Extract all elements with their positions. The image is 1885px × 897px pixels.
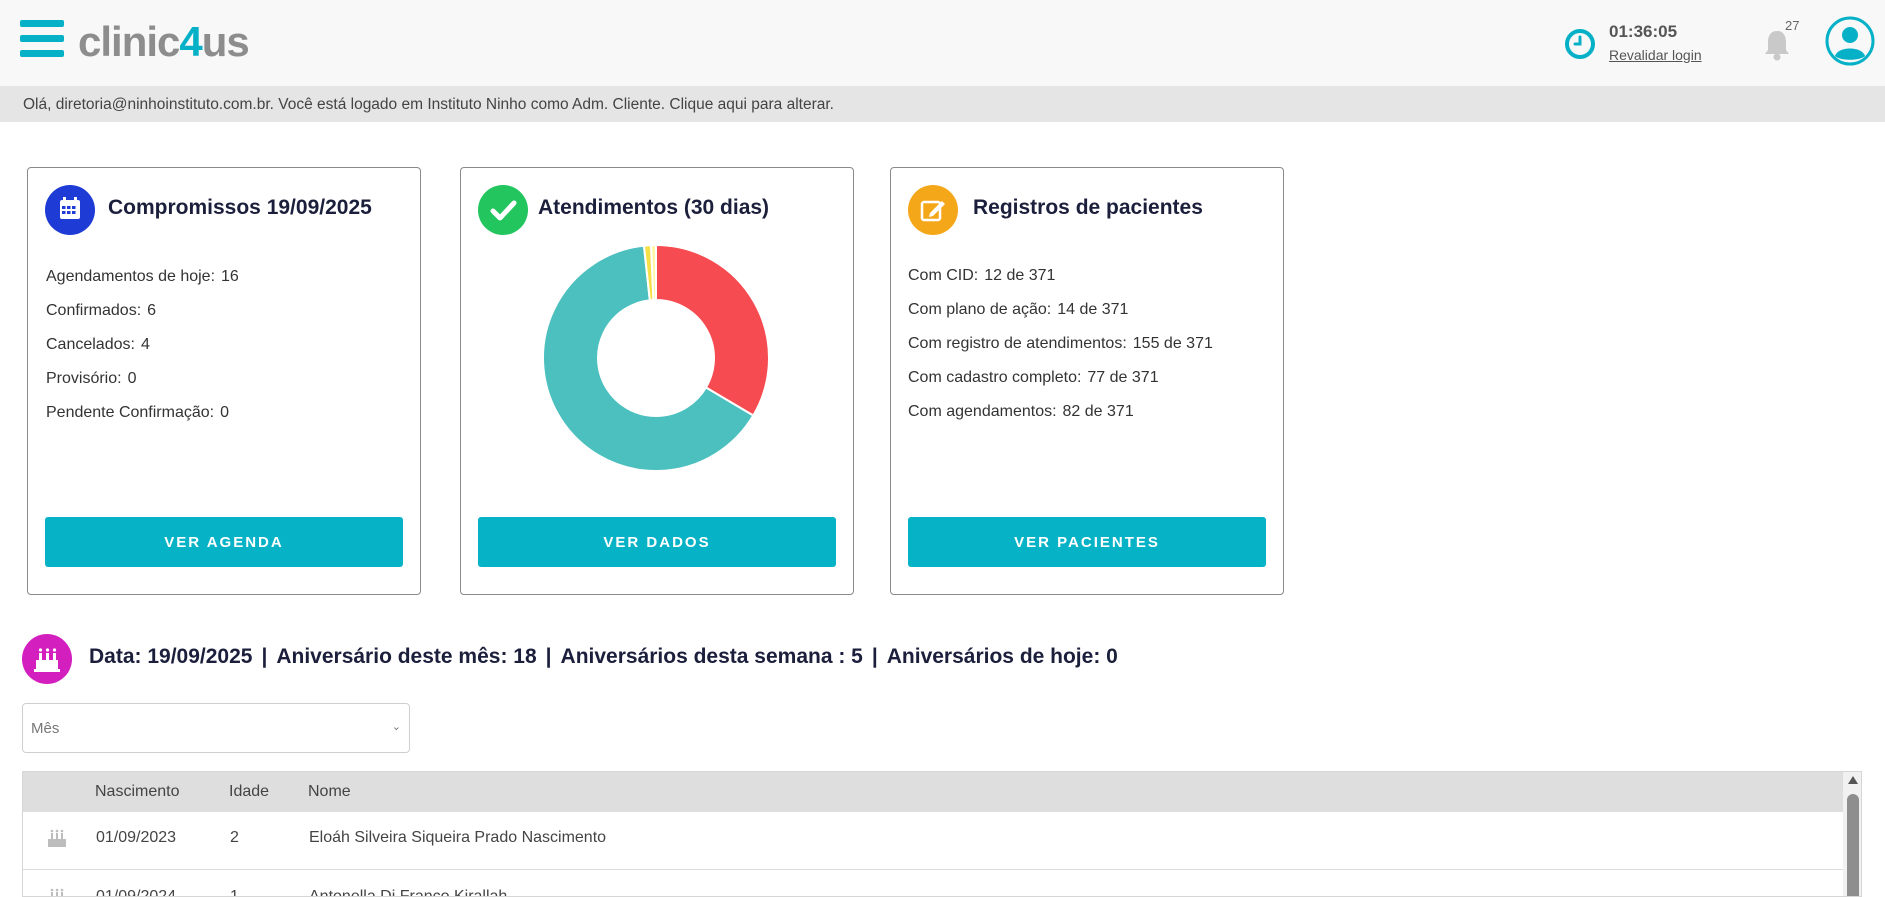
stat-row: Com CID: 12 de 371 xyxy=(908,267,1056,284)
patient-name: Eloáh Silveira Siqueira Prado Nascimento xyxy=(309,829,607,846)
check-icon xyxy=(478,185,528,235)
donut-slice[interactable] xyxy=(655,243,770,417)
records-stats: Com CID: 12 de 371 Com plano de ação: 14 d… xyxy=(908,267,1213,437)
stat-row: Com cadastro completo: 77 de 371 xyxy=(908,369,1159,386)
age: 1 xyxy=(230,888,239,897)
calendar-icon xyxy=(45,185,95,235)
appointments-stats: Agendamentos de hoje: 16 Confirmados: 6 Ca… xyxy=(46,268,239,438)
column-header-name[interactable]: Nome xyxy=(308,783,351,801)
scroll-thumb[interactable] xyxy=(1847,794,1859,896)
stat-row: Cancelados: 4 xyxy=(46,336,150,353)
column-header-birth[interactable]: Nascimento xyxy=(95,783,179,801)
birthday-table: Nascimento Idade Nome 01/09/2023 2 Eloáh… xyxy=(22,771,1862,897)
user-avatar-icon[interactable] xyxy=(1825,16,1875,66)
period-filter-select[interactable]: Mês ⌄ xyxy=(22,703,410,753)
scroll-up-icon[interactable] xyxy=(1848,776,1858,784)
birthday-summary: Data: 19/09/2025 | Aniversário deste mês: … xyxy=(89,645,1118,668)
view-agenda-button[interactable]: VER AGENDA xyxy=(45,517,403,567)
logo[interactable]: clinic4us xyxy=(78,18,250,66)
cake-icon xyxy=(50,888,64,896)
card-title: Atendimentos (30 dias) xyxy=(538,196,770,219)
menu-icon[interactable] xyxy=(20,20,64,58)
top-bar: clinic4us 01:36:05 Revalidar login 27 xyxy=(0,0,1885,86)
attendances-card: Atendimentos (30 dias) VER DADOS xyxy=(460,167,854,595)
revalidate-login-link[interactable]: Revalidar login xyxy=(1609,47,1702,63)
edit-icon xyxy=(908,185,958,235)
cake-icon xyxy=(48,829,66,847)
stat-row: Com plano de ação: 14 de 371 xyxy=(908,301,1129,318)
card-title: Registros de pacientes xyxy=(973,196,1203,219)
session-timer: 01:36:05 xyxy=(1609,22,1678,41)
clock-icon xyxy=(1565,29,1595,59)
account-info-bar: Olá, diretoria@ninhoinstituto.com.br. Vo… xyxy=(0,86,1885,122)
attendance-donut-chart xyxy=(542,243,770,472)
stat-row: Confirmados: 6 xyxy=(46,302,157,319)
birth-date: 01/09/2024 xyxy=(96,888,177,897)
table-header: Nascimento Idade Nome xyxy=(23,772,1843,812)
table-row[interactable]: 01/09/2024 1 Antonella Di Franco Kiralla… xyxy=(23,871,1843,897)
card-title: Compromissos 19/09/2025 xyxy=(108,196,372,219)
age: 2 xyxy=(230,829,239,846)
birth-date: 01/09/2023 xyxy=(96,829,177,846)
stat-row: Com agendamentos: 82 de 371 xyxy=(908,403,1134,420)
stat-row: Provisório: 0 xyxy=(46,370,137,387)
chevron-down-icon: ⌄ xyxy=(391,720,401,733)
notification-count: 27 xyxy=(1785,18,1800,33)
stat-row: Com registro de atendimentos: 155 de 371 xyxy=(908,335,1213,352)
table-row[interactable]: 01/09/2023 2 Eloáh Silveira Siqueira Pra… xyxy=(23,812,1843,870)
bell-icon[interactable] xyxy=(1762,28,1792,62)
view-data-button[interactable]: VER DADOS xyxy=(478,517,836,567)
stat-row: Pendente Confirmação: 0 xyxy=(46,404,230,421)
appointments-card: Compromissos 19/09/2025 Agendamentos de … xyxy=(27,167,421,595)
patient-name: Antonella Di Franco Kirallah xyxy=(309,888,508,897)
stat-row: Agendamentos de hoje: 16 xyxy=(46,268,239,285)
table-scrollbar[interactable] xyxy=(1843,772,1861,896)
cake-icon xyxy=(22,634,72,684)
view-patients-button[interactable]: VER PACIENTES xyxy=(908,517,1266,567)
patient-records-card: Registros de pacientes Com CID: 12 de 371… xyxy=(890,167,1284,595)
account-switch-link[interactable]: Olá, diretoria@ninhoinstituto.com.br. Vo… xyxy=(23,96,834,114)
column-header-age[interactable]: Idade xyxy=(229,783,269,801)
